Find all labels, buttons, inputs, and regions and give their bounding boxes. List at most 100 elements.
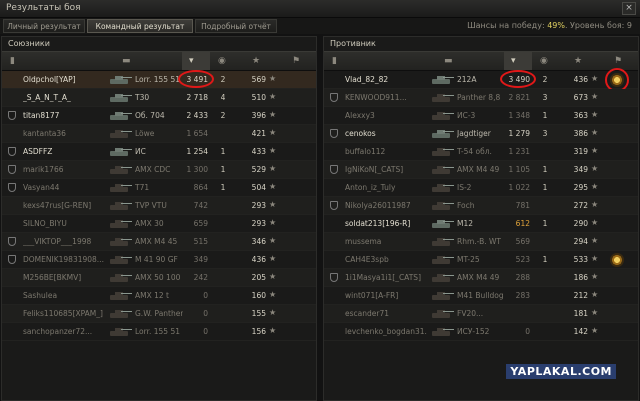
damage-value: 1 348: [508, 111, 530, 120]
platoon-icon: [8, 237, 16, 246]
platoon-icon: [330, 201, 338, 210]
damage-value: 0: [203, 291, 208, 300]
xp-value: 363: [573, 111, 588, 120]
damage-value: 569: [515, 237, 530, 246]
xp-value: 673: [573, 93, 588, 102]
damage-value: 659: [193, 219, 208, 228]
platoon-icon[interactable]: ▮: [332, 56, 337, 66]
player-row[interactable]: cenokos Jagdtiger 1 279 3 386 ★: [324, 125, 638, 143]
damage-value: 0: [203, 309, 208, 318]
achievement-icon[interactable]: ⚑: [614, 56, 622, 66]
player-row[interactable]: titan8177 Об. 704 2 433 2 396 ★: [2, 107, 316, 125]
star-icon: ★: [269, 92, 277, 101]
tab-team-result[interactable]: Командный результат: [87, 19, 193, 33]
player-name: levchenko_bogdan31...: [345, 327, 427, 336]
player-row[interactable]: sanchopanzer72... Lorr. 155 51 0 156 ★: [2, 323, 316, 341]
damage-value: 2 433: [186, 111, 208, 120]
player-row[interactable]: SILNO_BIYU AMX 30 659 293 ★: [2, 215, 316, 233]
kills-icon[interactable]: ◉: [540, 56, 548, 66]
damage-value: 612: [515, 219, 530, 228]
player-row[interactable]: mussema Rhm.-B. WT 569 294 ★: [324, 233, 638, 251]
xp-value: 293: [251, 219, 266, 228]
player-row[interactable]: Nikolya26011987 Foch 781 272 ★: [324, 197, 638, 215]
player-name: Anton_iz_Tuly: [345, 183, 396, 192]
damage-icon[interactable]: ▾: [189, 56, 194, 66]
star-icon: ★: [591, 308, 599, 317]
tank-name: AMX 12 t: [135, 291, 169, 300]
player-row[interactable]: marik1766 AMX CDC 1 300 1 529 ★: [2, 161, 316, 179]
xp-icon[interactable]: ★: [252, 56, 260, 66]
tank-icon: [107, 109, 133, 122]
star-icon: ★: [269, 128, 277, 137]
tank-icon: [107, 73, 133, 86]
kills-value: 3: [542, 93, 548, 102]
player-row[interactable]: CAH4E3spb MT-25 523 1 533 ★: [324, 251, 638, 269]
player-row[interactable]: DOMENIK19831908... M 41 90 GF 349 436 ★: [2, 251, 316, 269]
xp-value: 529: [251, 165, 266, 174]
tab-personal-result[interactable]: Личный результат: [3, 19, 85, 33]
player-row[interactable]: Anton_iz_Tuly IS-2 1 022 1 295 ★: [324, 179, 638, 197]
xp-value: 295: [573, 183, 588, 192]
player-name: sanchopanzer72...: [23, 327, 93, 336]
xp-icon[interactable]: ★: [574, 56, 582, 66]
damage-sort-column[interactable]: [182, 52, 210, 70]
player-row[interactable]: buffalo112 T-54 обл. 1 231 319 ★: [324, 143, 638, 161]
tank-icon: [429, 163, 455, 176]
player-name: CAH4E3spb: [345, 255, 389, 264]
player-row[interactable]: Sashulea AMX 12 t 0 160 ★: [2, 287, 316, 305]
player-name: IgNiKoN[_CATS]: [345, 165, 404, 174]
player-row[interactable]: 1i1Masya1i1[_CATS] AMX M4 49 288 186 ★: [324, 269, 638, 287]
star-icon: ★: [269, 272, 277, 281]
damage-value: 2 718: [186, 93, 208, 102]
player-name: M256BE[BKMV]: [23, 273, 82, 282]
tank-icon: [429, 289, 455, 302]
player-row[interactable]: IgNiKoN[_CATS] AMX M4 49 1 105 1 349 ★: [324, 161, 638, 179]
player-name: mussema: [345, 237, 382, 246]
tank-icon[interactable]: ▬: [444, 56, 453, 66]
star-icon: ★: [269, 218, 277, 227]
player-row[interactable]: ASDFFZ ИС 1 254 1 433 ★: [2, 143, 316, 161]
player-row[interactable]: kantanta36 Löwe 1 654 421 ★: [2, 125, 316, 143]
player-row[interactable]: Oldpchol[YAP] Lorr. 155 51 3 491 2 569 ★: [2, 70, 316, 89]
kills-value: 1: [542, 255, 548, 264]
kills-value: 2: [220, 111, 226, 120]
achievement-icon[interactable]: ⚑: [292, 56, 300, 66]
player-row[interactable]: Vasyan44 T71 864 1 504 ★: [2, 179, 316, 197]
damage-sort-column[interactable]: [504, 52, 532, 70]
tank-icon: [107, 217, 133, 230]
xp-value: 205: [251, 273, 266, 282]
tank-name: Lorr. 155 51: [135, 75, 180, 84]
tank-icon[interactable]: ▬: [122, 56, 131, 66]
player-row[interactable]: M256BE[BKMV] AMX 50 100 242 205 ★: [2, 269, 316, 287]
player-row[interactable]: ___VIKTOP___1998 AMX M4 45 515 346 ★: [2, 233, 316, 251]
close-icon[interactable]: ×: [622, 2, 636, 15]
player-row[interactable]: Vlad_82_82 212A 3 490 2 436 ★: [324, 68, 638, 92]
damage-icon[interactable]: ▾: [511, 56, 516, 66]
player-row[interactable]: levchenko_bogdan31... ИСУ-152 0 142 ★: [324, 323, 638, 341]
kills-value: 1: [542, 165, 548, 174]
platoon-icon[interactable]: ▮: [10, 56, 15, 66]
star-icon: ★: [591, 146, 599, 155]
tank-name: AMX 50 100: [135, 273, 181, 282]
kills-value: 1: [542, 111, 548, 120]
player-row[interactable]: kexs47rus[G-REN] TVP VTU 742 293 ★: [2, 197, 316, 215]
star-icon: ★: [269, 326, 277, 335]
player-name: Oldpchol[YAP]: [23, 75, 76, 84]
tab-detailed-report[interactable]: Подробный отчёт: [195, 19, 277, 33]
tank-icon: [107, 145, 133, 158]
player-row[interactable]: KENWOOD911... Panther 8,8 2 821 3 673 ★: [324, 89, 638, 107]
player-row[interactable]: soldat213[196-R] M12 612 1 290 ★: [324, 215, 638, 233]
player-row[interactable]: escander71 FV20... 181 ★: [324, 305, 638, 323]
player-name: kexs47rus[G-REN]: [23, 201, 92, 210]
damage-value: 1 105: [508, 165, 530, 174]
player-row[interactable]: wint071[A-FR] M41 Bulldog 283 212 ★: [324, 287, 638, 305]
player-row[interactable]: _S_A_N_T_A_ T30 2 718 4 510 ★: [2, 89, 316, 107]
xp-value: 156: [251, 327, 266, 336]
player-row[interactable]: Feliks110685[XPAM_] G.W. Panther 0 155 ★: [2, 305, 316, 323]
player-name: SILNO_BIYU: [23, 219, 67, 228]
tank-icon: [107, 181, 133, 194]
player-name: ASDFFZ: [23, 147, 53, 156]
player-row[interactable]: Alexxy3 ИС-3 1 348 1 363 ★: [324, 107, 638, 125]
kills-icon[interactable]: ◉: [218, 56, 226, 66]
achievement-icon[interactable]: [610, 253, 624, 267]
